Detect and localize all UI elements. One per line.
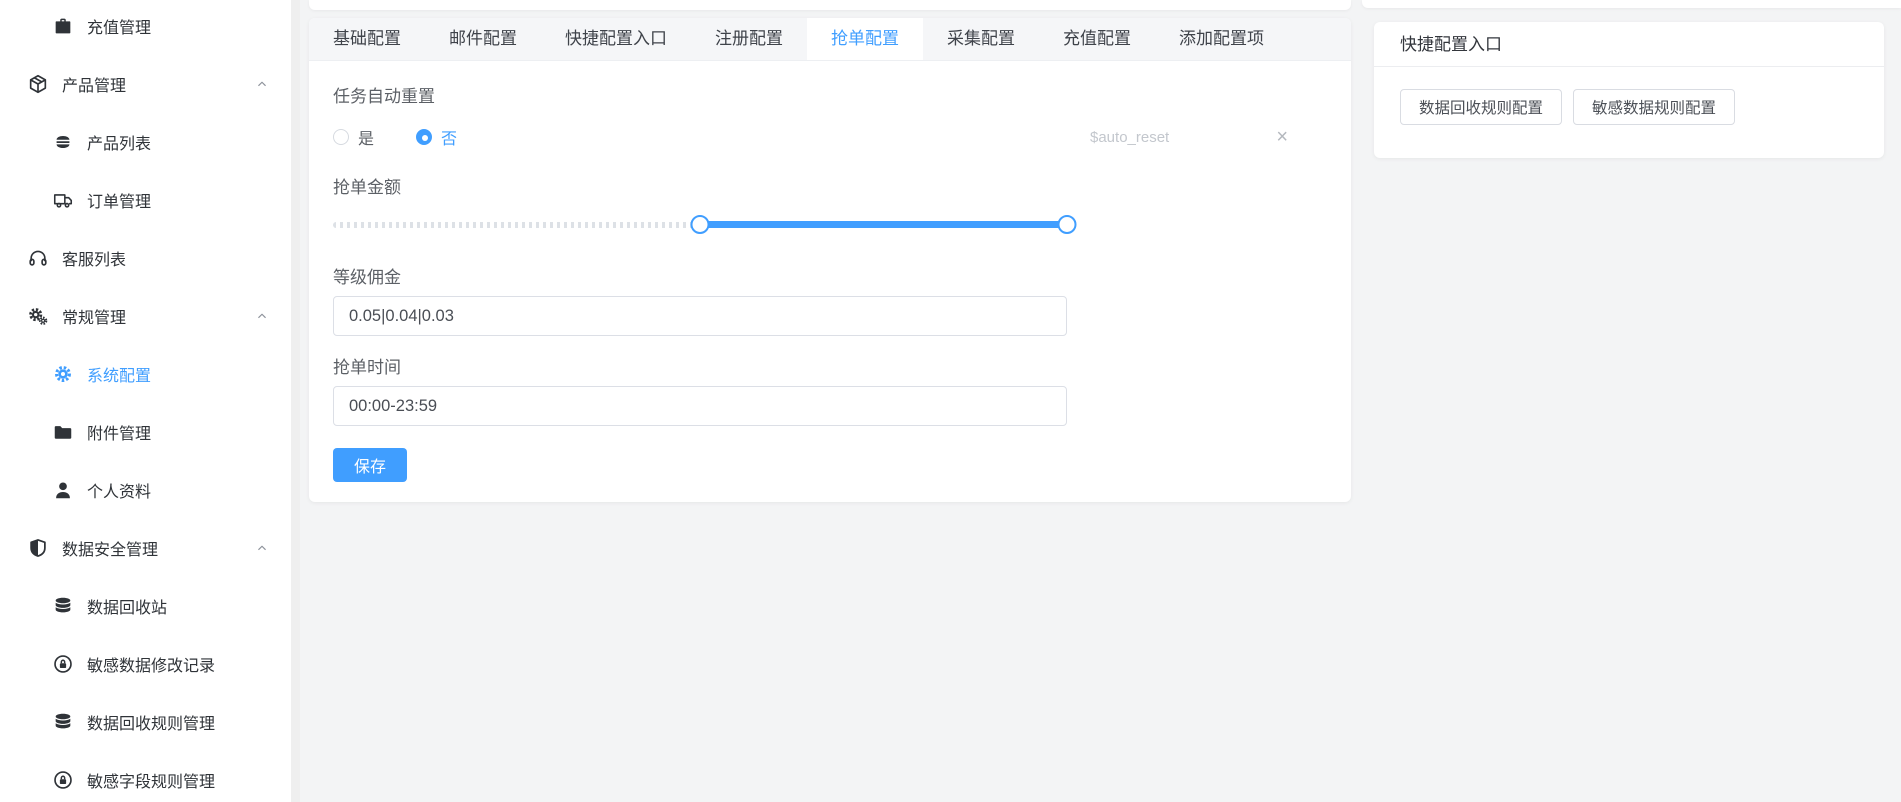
sidebar-item[interactable]: 数据回收站 [0,577,291,635]
tab-注册配置[interactable]: 注册配置 [691,18,807,60]
quick-entry-buttons: 数据回收规则配置敏感数据规则配置 [1374,67,1884,147]
sidebar-item[interactable]: 敏感数据修改记录 [0,635,291,693]
grab-config-form: 任务自动重置 是否 $auto_reset × 抢单金额 等级佣金 抢单时间 保… [309,61,1351,482]
auto-reset-variable: $auto_reset × [1090,127,1288,147]
auto-reset-radio-是[interactable]: 是 [333,125,374,149]
lock-circle-icon [52,653,74,675]
sidebar-item[interactable]: 系统配置 [0,345,291,403]
sidebar: 充值管理产品管理产品列表订单管理客服列表常规管理系统配置附件管理个人资料数据安全… [0,0,291,802]
grab-time-input[interactable] [333,386,1067,426]
database-icon [52,595,74,617]
sidebar-item-label: 订单管理 [87,188,151,212]
sidebar-item-label: 客服列表 [62,246,126,270]
gear-icon [52,363,74,385]
tab-基础配置[interactable]: 基础配置 [309,18,425,60]
sidebar-item-label: 充值管理 [87,14,151,38]
grab-time-label: 抢单时间 [333,358,1327,378]
chevron-up-icon [255,77,269,91]
auto-reset-radio-group: 是否 [333,125,457,149]
auto-reset-radio-否[interactable]: 否 [416,125,457,149]
radio-label: 是 [358,125,374,149]
chevron-up-icon [255,541,269,555]
chevron-up-icon [255,309,269,323]
auto-reset-label: 任务自动重置 [333,87,1327,107]
gears-icon [27,305,49,327]
slider-selected-range[interactable] [700,221,1067,228]
sidebar-item[interactable]: 敏感字段规则管理 [0,751,291,802]
config-tabbar: 基础配置邮件配置快捷配置入口注册配置抢单配置采集配置充值配置添加配置项 [309,18,1351,61]
quick-entry-title: 快捷配置入口 [1374,22,1884,67]
sidebar-item-label: 个人资料 [87,478,151,502]
sidebar-item-label: 数据回收规则管理 [87,710,215,734]
package-icon [27,73,49,95]
lock-circle-icon [52,769,74,791]
tab-抢单配置[interactable]: 抢单配置 [807,18,923,60]
clear-icon[interactable]: × [1276,127,1288,147]
quick-entry-button[interactable]: 数据回收规则配置 [1400,89,1562,125]
sidebar-item[interactable]: 数据回收规则管理 [0,693,291,751]
headset-icon [27,247,49,269]
sidebar-item-label: 数据回收站 [87,594,167,618]
slider-handle-end[interactable] [1058,215,1077,234]
sidebar-item-label: 产品管理 [62,72,126,96]
database-icon [52,711,74,733]
config-card: 基础配置邮件配置快捷配置入口注册配置抢单配置采集配置充值配置添加配置项 任务自动… [309,18,1351,502]
tab-添加配置项[interactable]: 添加配置项 [1155,18,1288,60]
sidebar-scrollbar[interactable] [291,0,300,802]
scrolled-card-edge-right [1362,0,1901,8]
save-button[interactable]: 保存 [333,448,407,482]
sidebar-item[interactable]: 常规管理 [0,287,291,345]
shield-icon [27,537,49,559]
user-icon [52,479,74,501]
level-commission-input[interactable] [333,296,1067,336]
sidebar-item-label: 敏感数据修改记录 [87,652,215,676]
tab-邮件配置[interactable]: 邮件配置 [425,18,541,60]
slider-handle-start[interactable] [691,215,710,234]
sidebar-item-label: 系统配置 [87,362,151,386]
briefcase-icon [52,15,74,37]
sidebar-item[interactable]: 充值管理 [0,0,291,55]
sidebar-item-label: 产品列表 [87,130,151,154]
tab-快捷配置入口[interactable]: 快捷配置入口 [541,18,691,60]
tab-采集配置[interactable]: 采集配置 [923,18,1039,60]
tab-充值配置[interactable]: 充值配置 [1039,18,1155,60]
sidebar-item-label: 数据安全管理 [62,536,158,560]
folder-icon [52,421,74,443]
radio-label: 否 [441,125,457,149]
quick-entry-card: 快捷配置入口 数据回收规则配置敏感数据规则配置 [1374,22,1884,158]
sidebar-item[interactable]: 客服列表 [0,229,291,287]
grab-amount-label: 抢单金额 [333,178,1327,198]
quick-entry-button[interactable]: 敏感数据规则配置 [1573,89,1735,125]
sidebar-item[interactable]: 订单管理 [0,171,291,229]
sidebar-item[interactable]: 数据安全管理 [0,519,291,577]
sidebar-item-label: 敏感字段规则管理 [87,768,215,792]
sidebar-item[interactable]: 个人资料 [0,461,291,519]
scrolled-card-edge-main [309,0,1351,10]
truck-icon [52,189,74,211]
sidebar-item[interactable]: 附件管理 [0,403,291,461]
sidebar-item-label: 附件管理 [87,420,151,444]
grab-amount-slider[interactable] [333,206,1067,244]
radio-circle-icon [416,129,432,145]
list-icon [52,131,74,153]
sidebar-item-label: 常规管理 [62,304,126,328]
sidebar-item[interactable]: 产品管理 [0,55,291,113]
radio-circle-icon [333,129,349,145]
sidebar-item[interactable]: 产品列表 [0,113,291,171]
auto-reset-row: 是否 $auto_reset × [333,123,1327,151]
sidebar-menu: 充值管理产品管理产品列表订单管理客服列表常规管理系统配置附件管理个人资料数据安全… [0,0,291,802]
variable-placeholder: $auto_reset [1090,129,1169,146]
level-commission-label: 等级佣金 [333,268,1327,288]
